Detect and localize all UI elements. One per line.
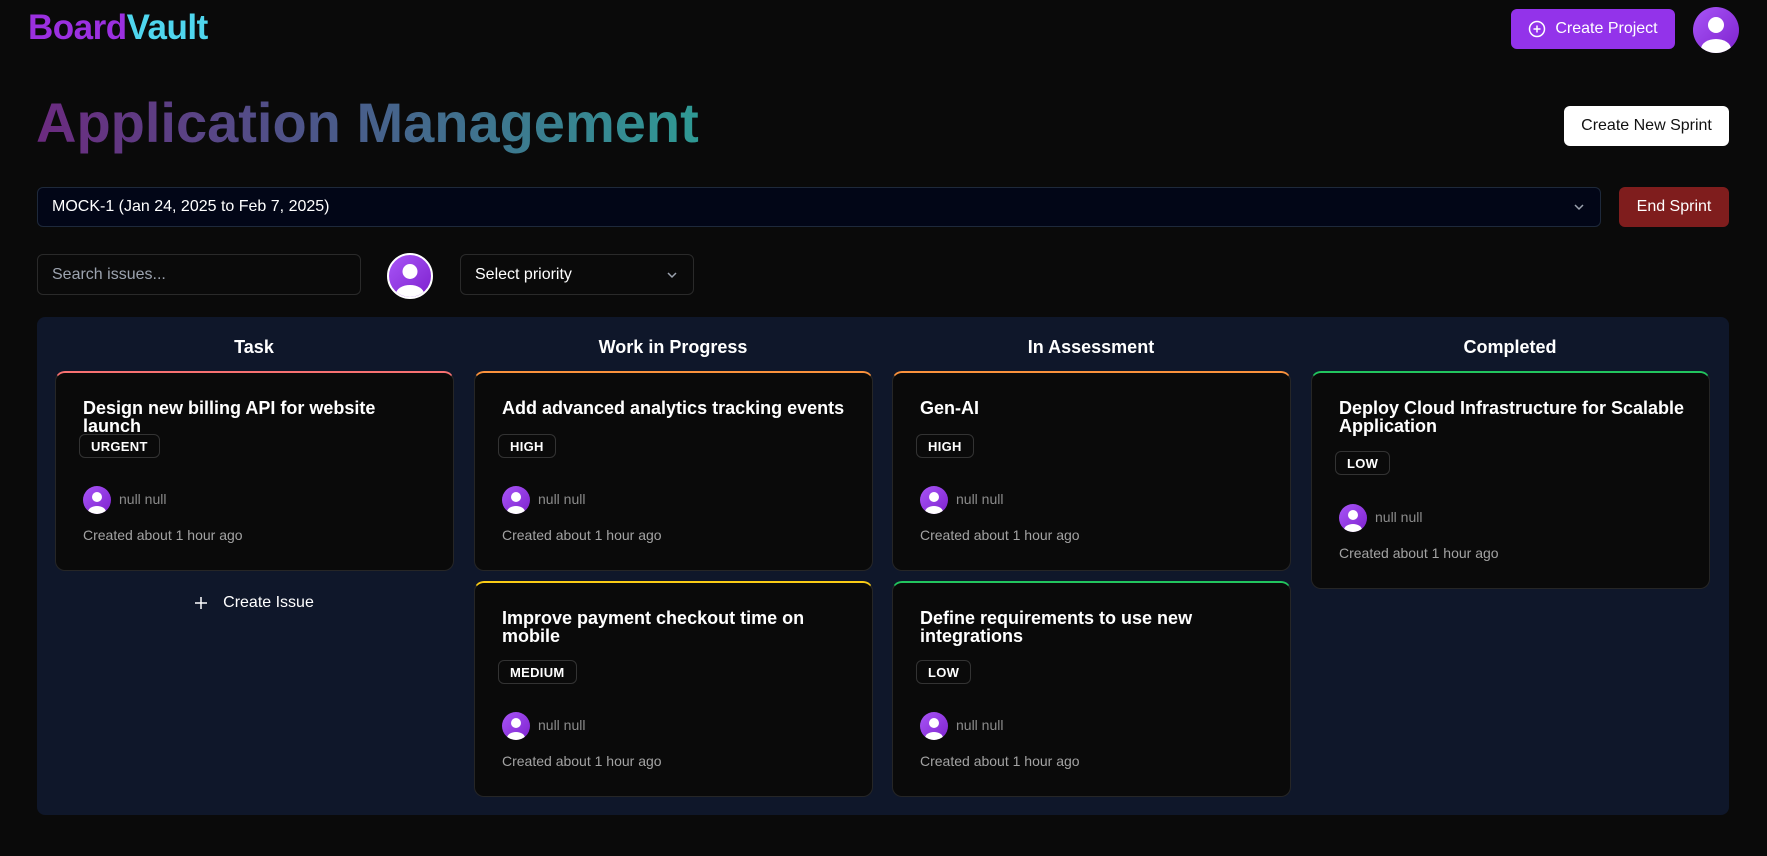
column-work-in-progress: Work in Progress Add advanced analytics … [474,317,873,815]
priority-badge: HIGH [498,434,556,458]
issue-card[interactable]: Gen-AI HIGH null null Created about 1 ho… [892,371,1291,571]
issue-card[interactable]: Improve payment checkout time on mobile … [474,581,873,797]
priority-badge: LOW [1335,451,1391,475]
search-input[interactable] [37,254,361,295]
user-icon [1344,510,1362,532]
end-sprint-button[interactable]: End Sprint [1619,187,1729,227]
kanban-board: Task Design new billing API for website … [37,317,1729,815]
created-time: Created about 1 hour ago [83,527,243,543]
assignee-name: null null [538,491,586,507]
column-title: Completed [1463,337,1557,357]
logo-part-board: Board [28,8,127,47]
assignee-name: null null [538,717,586,733]
priority-badge: HIGH [916,434,974,458]
create-project-button[interactable]: Create Project [1511,9,1675,49]
priority-badge: LOW [916,660,972,684]
assignee-filter-avatar[interactable] [387,253,433,299]
column-title: In Assessment [1027,337,1155,357]
issue-title: Deploy Cloud Infrastructure for Scalable… [1339,398,1685,436]
assignee-avatar [920,712,948,740]
chevron-down-icon [667,272,677,279]
user-icon [925,718,943,740]
column-completed: Completed Deploy Cloud Infrastructure fo… [1311,317,1710,815]
assignee-avatar [83,486,111,514]
assignee-name: null null [956,491,1004,507]
issue-card[interactable]: Design new billing API for website launc… [55,371,454,571]
assignee-avatar [502,712,530,740]
priority-select[interactable]: Select priority [460,254,694,295]
user-icon [507,718,525,740]
issue-card[interactable]: Define requirements to use new integrati… [892,581,1291,797]
user-icon [507,492,525,514]
top-bar: BoardVault Create Project [0,0,1767,60]
sprint-select-value: MOCK-1 (Jan 24, 2025 to Feb 7, 2025) [52,198,330,215]
issue-title: Define requirements to use new integrati… [920,608,1193,646]
column-task: Task Design new billing API for website … [55,317,454,815]
chevron-down-icon [1574,204,1584,211]
create-issue-button[interactable]: Create Issue [55,589,453,617]
priority-badge: MEDIUM [498,660,577,684]
created-time: Created about 1 hour ago [920,527,1080,543]
issue-card[interactable]: Add advanced analytics tracking events H… [474,371,873,571]
user-icon [925,492,943,514]
created-time: Created about 1 hour ago [920,753,1080,769]
priority-select-value: Select priority [475,265,572,283]
column-in-assessment: In Assessment Gen-AI HIGH null null Crea… [892,317,1291,815]
page-title: Application Management [36,91,699,154]
user-icon [1701,17,1731,53]
create-new-sprint-button[interactable]: Create New Sprint [1564,106,1729,146]
user-icon [396,264,424,297]
sprint-select[interactable]: MOCK-1 (Jan 24, 2025 to Feb 7, 2025) [37,187,1601,227]
created-time: Created about 1 hour ago [502,527,662,543]
column-title: Work in Progress [598,337,748,357]
issue-title: Improve payment checkout time on mobile [502,608,805,646]
column-title: Task [234,337,274,357]
created-time: Created about 1 hour ago [502,753,662,769]
assignee-avatar [1339,504,1367,532]
user-avatar[interactable] [1693,7,1739,53]
app-logo[interactable]: BoardVault [28,8,208,48]
user-icon [88,492,106,514]
assignee-name: null null [956,717,1004,733]
issue-card[interactable]: Deploy Cloud Infrastructure for Scalable… [1311,371,1710,589]
issue-title: Gen-AI [920,398,980,418]
priority-badge: URGENT [79,434,160,458]
assignee-name: null null [1375,509,1423,525]
plus-icon [195,597,208,609]
issue-title: Add advanced analytics tracking events [502,398,845,418]
logo-part-vault: Vault [126,8,209,47]
create-issue-label: Create Issue [223,594,314,611]
created-time: Created about 1 hour ago [1339,545,1499,561]
issue-title: Design new billing API for website launc… [83,398,376,436]
create-project-label: Create Project [1555,20,1658,37]
plus-circle-icon [1529,20,1546,38]
assignee-avatar [920,486,948,514]
assignee-name: null null [119,491,167,507]
assignee-avatar [502,486,530,514]
